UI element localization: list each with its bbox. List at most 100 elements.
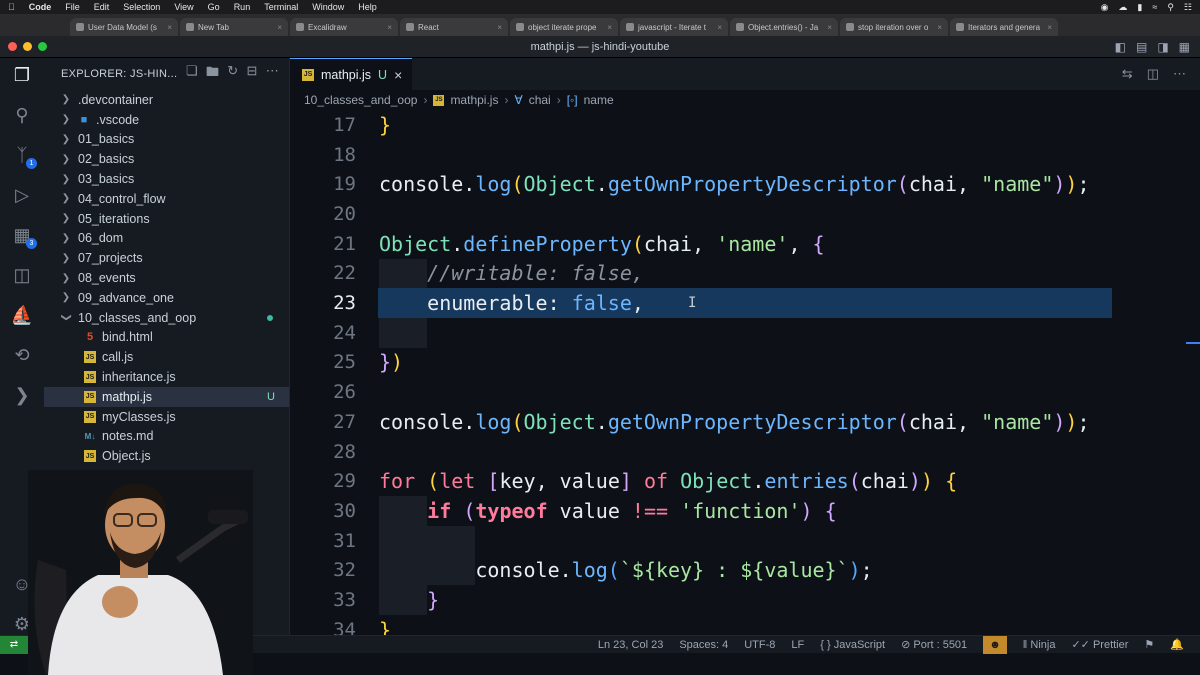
search-icon[interactable]: ⚲ xyxy=(11,104,33,126)
encoding[interactable]: UTF-8 xyxy=(744,639,775,651)
browser-tab[interactable]: Object.entries() - Ja × xyxy=(730,18,838,36)
breadcrumb-file[interactable]: mathpi.js xyxy=(450,93,498,107)
end-of-line[interactable]: LF xyxy=(791,639,804,651)
docker-icon[interactable]: ⛵ xyxy=(11,304,33,326)
extensions-icon[interactable]: ▦ 3 xyxy=(11,224,37,249)
menu-window[interactable]: Window xyxy=(312,2,344,12)
code-editor[interactable]: 17} 18 19 console.log(Object.getOwnProperty… xyxy=(290,110,1190,635)
close-icon[interactable]: × xyxy=(1047,23,1052,32)
code-line[interactable]: 27 console.log(Object.getOwnPropertyDescr… xyxy=(290,407,1190,437)
breadcrumb-folder[interactable]: 10_classes_and_oop xyxy=(304,93,417,107)
indentation[interactable]: Spaces: 4 xyxy=(679,639,728,651)
tree-folder[interactable]: ❯ 01_basics xyxy=(44,130,289,150)
breadcrumb-symbol-name[interactable]: name xyxy=(584,93,614,107)
close-icon[interactable]: × xyxy=(827,23,832,32)
menu-help[interactable]: Help xyxy=(358,2,377,12)
code-line[interactable]: 34} xyxy=(290,615,1190,635)
prettier-status[interactable]: ✓✓ Prettier xyxy=(1071,638,1128,651)
tree-folder[interactable]: ❯ 03_basics xyxy=(44,169,289,189)
menu-edit[interactable]: Edit xyxy=(94,2,110,12)
close-icon[interactable]: × xyxy=(497,23,502,32)
toggle-secondary-sidebar-icon[interactable]: ◨ xyxy=(1157,40,1168,54)
breadcrumb-symbol-chai[interactable]: chai xyxy=(529,93,551,107)
scrollbar-marker[interactable] xyxy=(1186,342,1200,344)
close-icon[interactable]: × xyxy=(167,23,172,32)
code-line[interactable]: 18 xyxy=(290,140,1190,170)
explorer-icon[interactable]: ❐ xyxy=(11,64,33,86)
tree-file[interactable]: JS call.js xyxy=(44,347,289,367)
control-center-icon[interactable]: ☷ xyxy=(1184,2,1192,13)
tree-folder[interactable]: ❯ 06_dom xyxy=(44,229,289,249)
run-debug-icon[interactable]: ▷ xyxy=(11,184,33,206)
menu-file[interactable]: File xyxy=(65,2,80,12)
menu-terminal[interactable]: Terminal xyxy=(264,2,298,12)
browser-tab[interactable]: React × xyxy=(400,18,508,36)
more-actions-icon[interactable]: ⋯ xyxy=(1173,66,1186,82)
tree-folder[interactable]: ❯ .devcontainer xyxy=(44,90,289,110)
code-line[interactable]: 22 //writable: false, xyxy=(290,259,1190,289)
remote-explorer-icon[interactable]: ◫ xyxy=(11,264,33,286)
code-line[interactable]: 25}) xyxy=(290,348,1190,378)
tree-folder[interactable]: ❯ 04_control_flow xyxy=(44,189,289,209)
menu-view[interactable]: View xyxy=(174,2,193,12)
toggle-sidebar-icon[interactable]: ◧ xyxy=(1115,40,1126,54)
browser-tab[interactable]: Iterators and genera × xyxy=(950,18,1058,36)
search-icon[interactable]: ⚲ xyxy=(1167,2,1174,13)
customize-layout-icon[interactable]: ▦ xyxy=(1179,40,1190,54)
browser-tab[interactable]: stop iteration over o × xyxy=(840,18,948,36)
remote-icon[interactable]: ❯ xyxy=(11,384,33,406)
code-line[interactable]: 30 if (typeof value !== 'function') { xyxy=(290,496,1190,526)
tree-file[interactable]: ❯ ■ .vscode xyxy=(44,110,289,130)
tree-folder[interactable]: ❯ 02_basics xyxy=(44,149,289,169)
tree-folder[interactable]: ❯ 10_classes_and_oop xyxy=(44,308,289,328)
new-file-icon[interactable]: ❏ xyxy=(186,63,198,85)
cursor-position[interactable]: Ln 23, Col 23 xyxy=(598,639,663,651)
close-icon[interactable]: × xyxy=(277,23,282,32)
menu-run[interactable]: Run xyxy=(234,2,251,12)
tree-folder[interactable]: ❯ 08_events xyxy=(44,268,289,288)
tree-folder[interactable]: ❯ 09_advance_one xyxy=(44,288,289,308)
code-line[interactable]: 29 for (let [key, value] of Object.entrie… xyxy=(290,466,1190,496)
tree-file[interactable]: JS Object.js xyxy=(44,446,289,466)
code-line[interactable]: 28 xyxy=(290,437,1190,467)
close-icon[interactable]: × xyxy=(394,67,402,83)
ninja-status[interactable]: ‖ Ninja xyxy=(1023,639,1056,651)
feedback-icon[interactable]: ⚑ xyxy=(1144,638,1154,651)
tree-file[interactable]: JS mathpi.js U xyxy=(44,386,289,407)
battery-icon[interactable]: ▮ xyxy=(1137,2,1142,13)
split-editor-icon[interactable]: ◫ xyxy=(1147,66,1159,82)
copilot-icon[interactable]: ☻ xyxy=(983,635,1007,654)
toggle-panel-icon[interactable]: ▤ xyxy=(1136,40,1147,54)
browser-tab[interactable]: Excalidraw × xyxy=(290,18,398,36)
more-actions-icon[interactable]: ⋯ xyxy=(266,63,279,85)
tree-file[interactable]: JS myClasses.js xyxy=(44,407,289,427)
compare-changes-icon[interactable]: ⇆ xyxy=(1122,66,1133,82)
code-line[interactable]: 33 } xyxy=(290,585,1190,615)
apple-icon[interactable]:  xyxy=(8,2,15,12)
browser-tab[interactable]: New Tab × xyxy=(180,18,288,36)
browser-tab[interactable]: object iterate prope × xyxy=(510,18,618,36)
code-line[interactable]: 17} xyxy=(290,110,1190,140)
menubar-app-name[interactable]: Code xyxy=(29,2,52,12)
browser-tab[interactable]: javascript - Iterate t × xyxy=(620,18,728,36)
code-line[interactable]: 19 console.log(Object.getOwnPropertyDescr… xyxy=(290,169,1190,199)
tree-folder[interactable]: ❯ 07_projects xyxy=(44,248,289,268)
code-line[interactable]: 32 console.log(`${key} : ${value}`); xyxy=(290,556,1190,586)
live-server-port[interactable]: ⊘ Port : 5501 xyxy=(901,638,967,651)
browser-tab[interactable]: User Data Model (s × xyxy=(70,18,178,36)
tree-file[interactable]: JS inheritance.js xyxy=(44,367,289,387)
location-icon[interactable]: ◉ xyxy=(1101,2,1109,13)
collapse-all-icon[interactable]: ⊟ xyxy=(246,63,257,85)
cloud-icon[interactable]: ☁ xyxy=(1118,2,1127,13)
code-line[interactable]: 24 xyxy=(290,318,1190,348)
tree-file[interactable]: 5 bind.html xyxy=(44,328,289,348)
wifi-icon[interactable]: ≈ xyxy=(1152,2,1157,12)
code-line[interactable]: 26 xyxy=(290,377,1190,407)
menu-go[interactable]: Go xyxy=(208,2,220,12)
code-line[interactable]: 20 xyxy=(290,199,1190,229)
close-icon[interactable]: × xyxy=(607,23,612,32)
refresh-icon[interactable]: ↻ xyxy=(227,63,238,85)
tab-mathpi[interactable]: JS mathpi.js U × xyxy=(290,58,413,90)
remote-indicator-icon[interactable]: ⇄ xyxy=(0,635,28,654)
tree-file[interactable]: M↓ notes.md xyxy=(44,427,289,447)
